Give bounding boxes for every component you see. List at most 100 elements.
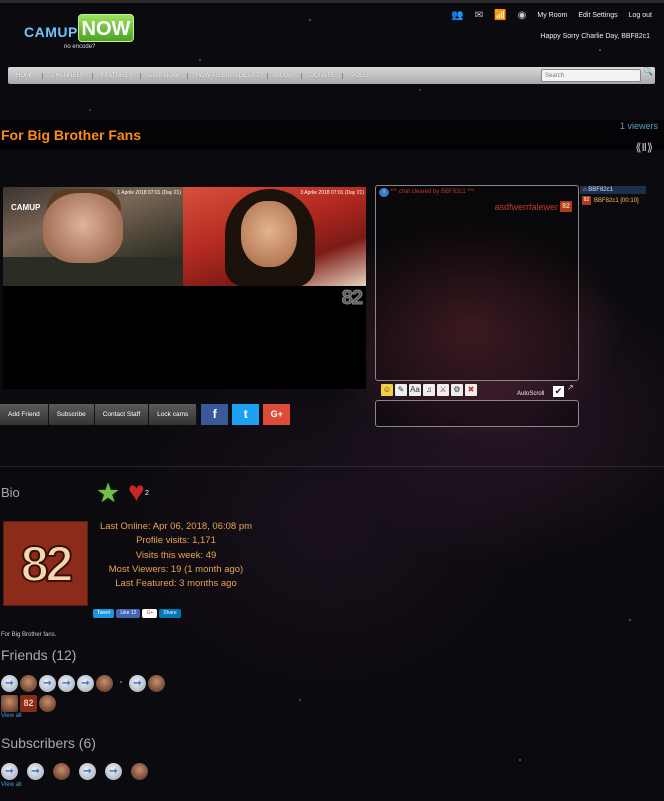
avatar: 82 <box>3 521 88 606</box>
page-title: For Big Brother Fans <box>1 127 142 143</box>
cam1-watermark: CAMUP <box>11 203 41 212</box>
subscribers-title: Subscribers (6) <box>1 735 96 751</box>
edit-settings-link[interactable]: Edit Settings <box>578 12 617 19</box>
subscribe-button[interactable]: Subscribe <box>48 404 95 425</box>
googleplus-share-button[interactable]: G+ <box>263 404 291 425</box>
subscriber-avatar[interactable] <box>131 763 148 780</box>
chat-user-badge: 82 <box>560 201 572 212</box>
tweet-button[interactable]: Tweet <box>93 609 115 618</box>
pencil-icon[interactable]: ✎ <box>395 384 407 396</box>
music-icon[interactable]: ♫ <box>423 384 435 396</box>
site-logo[interactable]: CAMUP NOW no encode? <box>22 14 137 54</box>
room-description: For Big Brother fans. <box>1 632 57 638</box>
nav-donate[interactable]: DONATE <box>302 72 344 79</box>
nav-blog[interactable]: BLOG <box>268 72 302 79</box>
info-icon: i <box>379 188 389 197</box>
broadcast-icon[interactable]: 📶 <box>494 10 506 21</box>
chat-panel[interactable]: i *** chat cleared by BBF82c1 *** asdfwe… <box>375 185 579 381</box>
friends-view-all-link[interactable]: View all <box>1 713 22 719</box>
user-list-name: BBF82c1 [00:10] <box>594 197 639 204</box>
profile-stats: Last Online: Apr 06, 2018, 06:08 pm Prof… <box>90 520 262 591</box>
mail-icon[interactable]: ✉ <box>475 10 483 21</box>
expand-layout-icon[interactable]: ⟪Ⅱ⟫ <box>635 141 653 154</box>
nav-home[interactable]: HOME <box>8 72 43 79</box>
subscriber-avatar[interactable]: ➞ <box>105 763 122 780</box>
facebook-share-button[interactable]: f <box>201 404 229 425</box>
subscriber-avatar[interactable]: ➞ <box>79 763 96 780</box>
logo-camup-text: CAMUP <box>24 24 78 40</box>
friend-avatar[interactable]: ➞ <box>39 675 56 692</box>
heart-count: 2 <box>145 490 149 497</box>
nav-channels[interactable]: CHANNELS <box>43 72 93 79</box>
popout-icon[interactable]: ↗ <box>567 383 574 392</box>
avatar-text: 82 <box>20 535 75 593</box>
add-friend-button[interactable]: Add Friend <box>0 404 49 425</box>
cam1-person <box>43 193 123 263</box>
logout-link[interactable]: Log out <box>629 12 652 19</box>
subscriber-avatar[interactable]: ➞ <box>27 763 44 780</box>
users-icon[interactable]: 👥 <box>451 10 463 21</box>
viewer-count: 1 viewers <box>619 121 658 131</box>
nav-how-to-broadcast[interactable]: HOW TO BROADCAST <box>188 72 269 79</box>
profile-visits: Profile visits: 1,171 <box>136 535 216 547</box>
facebook-like-button[interactable]: Like 12 <box>116 609 141 618</box>
greeting-text: Happy Sorry Charlie Day, BBF82c1 <box>540 33 650 40</box>
video-badge: 82 <box>341 287 363 310</box>
camera-feed-2[interactable]: 3 Aprile 2018 07:01 (Day 21) <box>183 187 366 286</box>
guitar-icon[interactable]: ⚔ <box>437 384 449 396</box>
search-icon[interactable]: 🔍 <box>643 67 653 76</box>
subscriber-avatar[interactable]: ➞ <box>1 763 18 780</box>
googleplus-button[interactable]: G+ <box>142 609 158 618</box>
chat-user-list: ⌂ BBF82c1 82 BBF82c1 [00:10] <box>580 186 646 207</box>
subscribers-view-all-link[interactable]: View all <box>1 782 22 788</box>
camera-icon[interactable]: ◉ <box>518 10 527 21</box>
star-icon[interactable]: ★ <box>96 478 120 509</box>
friend-avatar[interactable]: ➞ <box>129 675 146 692</box>
friend-avatar[interactable]: • <box>115 675 127 692</box>
nav-polls[interactable]: POLLS <box>343 73 378 79</box>
friend-avatar[interactable] <box>148 675 165 692</box>
friend-avatar[interactable] <box>96 675 113 692</box>
clear-chat-icon[interactable]: ✖ <box>465 384 477 396</box>
friend-avatar[interactable]: ➞ <box>77 675 94 692</box>
nav-live-now[interactable]: LIVE NOW <box>141 72 188 79</box>
emoji-icon[interactable]: ☺ <box>381 384 393 396</box>
cam2-person <box>241 201 297 267</box>
most-viewers: Most Viewers: 19 (1 month ago) <box>108 563 244 575</box>
section-divider <box>0 466 664 467</box>
subscribers-row: ➞ ➞ ➞ ➞ <box>1 763 148 780</box>
my-room-link[interactable]: My Room <box>537 12 567 19</box>
contact-staff-button[interactable]: Contact Staff <box>94 404 150 425</box>
chat-message-user[interactable]: asdfwerrfalewer <box>494 202 558 212</box>
autoscroll-checkbox[interactable]: ✔ <box>553 386 564 397</box>
linkedin-share-button[interactable]: Share <box>159 609 181 618</box>
user-list-header: ⌂ BBF82c1 <box>580 186 646 194</box>
friend-avatar[interactable] <box>20 675 37 692</box>
chat-message: asdfwerrfalewer 82 <box>494 201 572 212</box>
friends-title: Friends (12) <box>1 647 77 663</box>
chat-input[interactable] <box>375 400 579 427</box>
friend-avatar[interactable] <box>39 695 56 712</box>
friends-row-1: ➞ ➞ ➞ ➞ • ➞ <box>1 675 165 692</box>
settings-icon[interactable]: ⚙ <box>451 384 463 396</box>
friend-avatar[interactable]: ➞ <box>1 675 18 692</box>
nav-features[interactable]: FEATURES <box>93 72 142 79</box>
lock-cams-button[interactable]: Lock cams <box>149 404 198 425</box>
subscriber-avatar[interactable] <box>53 763 70 780</box>
heart-icon[interactable]: ♥ <box>128 476 145 508</box>
font-icon[interactable]: Aa <box>409 384 421 396</box>
friend-avatar-badge[interactable]: 82 <box>20 695 37 712</box>
user-list-item[interactable]: 82 BBF82c1 [00:10] <box>580 194 646 207</box>
home-icon: ⌂ <box>583 187 587 193</box>
friend-avatar[interactable]: ➞ <box>58 675 75 692</box>
friends-row-2: 82 <box>1 695 56 712</box>
action-buttons: Add Friend Subscribe Contact Staff Lock … <box>0 404 291 425</box>
friend-avatar[interactable] <box>1 695 18 712</box>
autoscroll-label: AutoScroll <box>517 391 545 397</box>
video-player[interactable]: CAMUP 1 Aprile 2018 07:01 (Day 21) 3 Apr… <box>3 187 366 389</box>
top-nav: 👥 ✉ 📶 ◉ My Room Edit Settings Log out <box>451 10 652 21</box>
twitter-share-button[interactable]: t <box>232 404 260 425</box>
search-input[interactable]: Search <box>541 69 641 82</box>
camera-feed-1[interactable]: CAMUP 1 Aprile 2018 07:01 (Day 21) <box>3 187 183 286</box>
visits-this-week: Visits this week: 49 <box>135 549 217 561</box>
